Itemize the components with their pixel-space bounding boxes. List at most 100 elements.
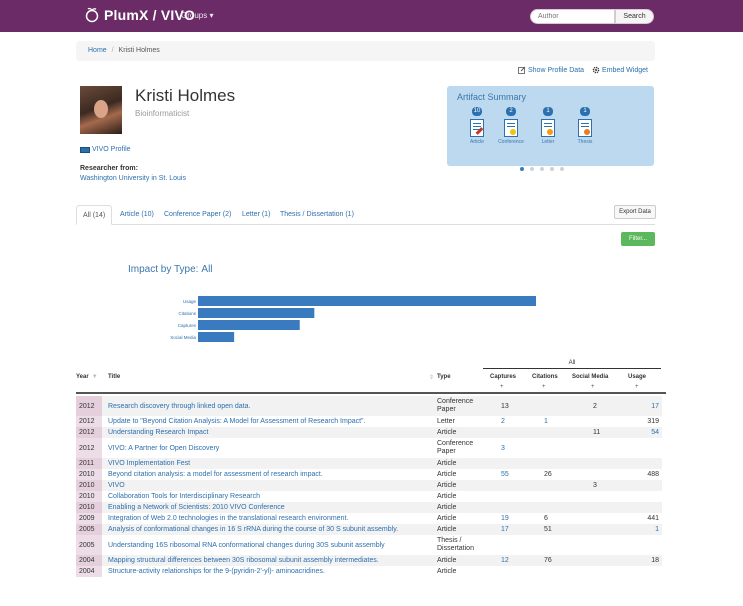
artifact-article[interactable]: 10 Article: [459, 107, 495, 145]
cell-title-link[interactable]: Understanding 16S ribosomal RNA conforma…: [108, 535, 385, 555]
tab-article[interactable]: Article (10): [120, 205, 154, 225]
bar-captures[interactable]: [198, 320, 300, 330]
col-year[interactable]: Year ▼: [76, 374, 98, 380]
cell-usage[interactable]: [635, 438, 659, 458]
show-profile-data-link[interactable]: Show Profile Data: [518, 66, 584, 74]
cell-captures[interactable]: 19: [501, 513, 509, 524]
bar-citations[interactable]: [198, 308, 315, 318]
table-row: 2012 Research discovery through linked op…: [76, 396, 662, 416]
cell-usage[interactable]: 488: [635, 469, 659, 480]
bar-label-social-media: Social Media: [170, 335, 196, 340]
cell-captures[interactable]: 13: [501, 396, 509, 416]
col-title[interactable]: Title: [108, 374, 120, 380]
brand[interactable]: PlumX / VIVO: [84, 7, 195, 23]
expand-citations-icon[interactable]: +: [542, 384, 546, 390]
artifact-letter[interactable]: 1 Letter: [530, 107, 566, 145]
col-citations[interactable]: Citations: [532, 374, 558, 380]
expand-captures-icon[interactable]: +: [500, 384, 504, 390]
cell-title-link[interactable]: Collaboration Tools for Interdisciplinar…: [108, 491, 260, 502]
cell-captures[interactable]: 55: [501, 469, 509, 480]
cell-captures[interactable]: 17: [501, 524, 509, 535]
cell-title-link[interactable]: Update to "Beyond Citation Analysis: A M…: [108, 416, 366, 427]
cell-captures[interactable]: 3: [501, 438, 505, 458]
cell-title-link[interactable]: Mapping structural differences between 3…: [108, 555, 379, 566]
vivo-profile-link[interactable]: VIVO Profile: [80, 146, 131, 153]
cell-usage[interactable]: 17: [635, 396, 659, 416]
cell-type: Conference Paper: [437, 440, 474, 455]
cell-social-media[interactable]: 11: [593, 427, 600, 438]
cell-usage[interactable]: 319: [635, 416, 659, 427]
carousel-dot[interactable]: [540, 167, 544, 171]
impact-bar-chart: Usage Citations Captures Social Media: [170, 296, 536, 342]
col-captures[interactable]: Captures: [490, 374, 516, 380]
cell-title-link[interactable]: Research discovery through linked open d…: [108, 396, 250, 416]
cell-citations[interactable]: 26: [544, 469, 552, 480]
tab-letter[interactable]: Letter (1): [242, 205, 270, 225]
cell-title-link[interactable]: Integration of Web 2.0 technologies in t…: [108, 513, 348, 524]
gear-icon: [592, 66, 600, 74]
tab-thesis-dissertation[interactable]: Thesis / Dissertation (1): [280, 205, 354, 225]
search-button[interactable]: Search: [615, 9, 654, 24]
cell-citations[interactable]: 51: [544, 524, 552, 535]
artifact-summary-panel: Artifact Summary 10 Article 2 Conference…: [447, 86, 654, 166]
profile-name: Kristi Holmes: [135, 86, 236, 105]
col-type[interactable]: Type: [437, 374, 451, 380]
breadcrumb-home[interactable]: Home: [88, 47, 107, 54]
cell-year: 2010: [76, 469, 102, 480]
cell-title-link[interactable]: VIVO: [108, 480, 125, 491]
institution-link[interactable]: Washington University in St. Louis: [80, 175, 186, 182]
cell-usage[interactable]: [635, 491, 659, 502]
cell-title-link[interactable]: VIVO: A Partner for Open Discovery: [108, 438, 219, 458]
cell-citations[interactable]: 6: [544, 513, 548, 524]
expand-usage-icon[interactable]: +: [635, 384, 639, 390]
cell-title-link[interactable]: Beyond citation analysis: a model for as…: [108, 469, 323, 480]
cell-year: 2010: [76, 491, 102, 502]
cell-social-media[interactable]: 2: [593, 396, 597, 416]
cell-usage[interactable]: [635, 480, 659, 491]
cell-usage[interactable]: 441: [635, 513, 659, 524]
cell-citations[interactable]: 76: [544, 555, 552, 566]
cell-usage[interactable]: 1: [635, 524, 659, 535]
impact-selection[interactable]: All: [201, 264, 212, 275]
bar-usage[interactable]: [198, 296, 536, 306]
cell-title-link[interactable]: VIVO Implementation Fest: [108, 458, 190, 469]
cell-usage[interactable]: [635, 566, 659, 577]
embed-widget-link[interactable]: Embed Widget: [592, 66, 648, 74]
cell-citations[interactable]: 1: [544, 416, 548, 427]
filter-button[interactable]: Filter...: [621, 232, 655, 246]
cell-title-link[interactable]: Enabling a Network of Scientists: 2010 V…: [108, 502, 285, 513]
cell-usage[interactable]: 18: [635, 555, 659, 566]
breadcrumb: Home / Kristi Holmes: [76, 41, 655, 61]
carousel-dot[interactable]: [550, 167, 554, 171]
expand-social-icon[interactable]: +: [591, 384, 595, 390]
cell-usage[interactable]: 54: [635, 427, 659, 438]
col-social-media[interactable]: Social Media: [572, 374, 608, 380]
cell-title-link[interactable]: Structure-activity relationships for the…: [108, 566, 325, 577]
table-row: 2010 Beyond citation analysis: a model fo…: [76, 469, 662, 480]
cell-usage[interactable]: [635, 458, 659, 469]
carousel-dot[interactable]: [530, 167, 534, 171]
col-usage[interactable]: Usage: [628, 374, 646, 380]
carousel-dot[interactable]: [560, 167, 564, 171]
cell-type: Article: [437, 470, 457, 478]
artifact-conference[interactable]: 2 Conference: [493, 107, 529, 145]
cell-captures[interactable]: 12: [501, 555, 509, 566]
cell-social-media[interactable]: 3: [593, 480, 597, 491]
cell-type: Letter: [437, 417, 455, 425]
bar-social-media[interactable]: [198, 332, 235, 342]
cell-usage[interactable]: [635, 535, 659, 555]
groups-menu[interactable]: Groups ▾: [181, 11, 213, 20]
artifact-summary-title: Artifact Summary: [457, 92, 527, 102]
carousel-dot[interactable]: [520, 167, 524, 171]
cell-title-link[interactable]: Analysis of conformational changes in 16…: [108, 524, 398, 535]
tab-all[interactable]: All (14): [76, 205, 113, 225]
cell-captures[interactable]: 2: [501, 416, 505, 427]
cell-title-link[interactable]: Understanding Research Impact: [108, 427, 208, 438]
cell-usage[interactable]: [635, 502, 659, 513]
table-row: 2005 Understanding 16S ribosomal RNA conf…: [76, 535, 662, 555]
author-search-input[interactable]: [530, 9, 615, 24]
artifact-thesis[interactable]: 1 Thesis: [567, 107, 603, 145]
export-data-button[interactable]: Export Data: [614, 205, 656, 219]
cell-type: Article: [437, 428, 457, 436]
tab-conference-paper[interactable]: Conference Paper (2): [164, 205, 231, 225]
